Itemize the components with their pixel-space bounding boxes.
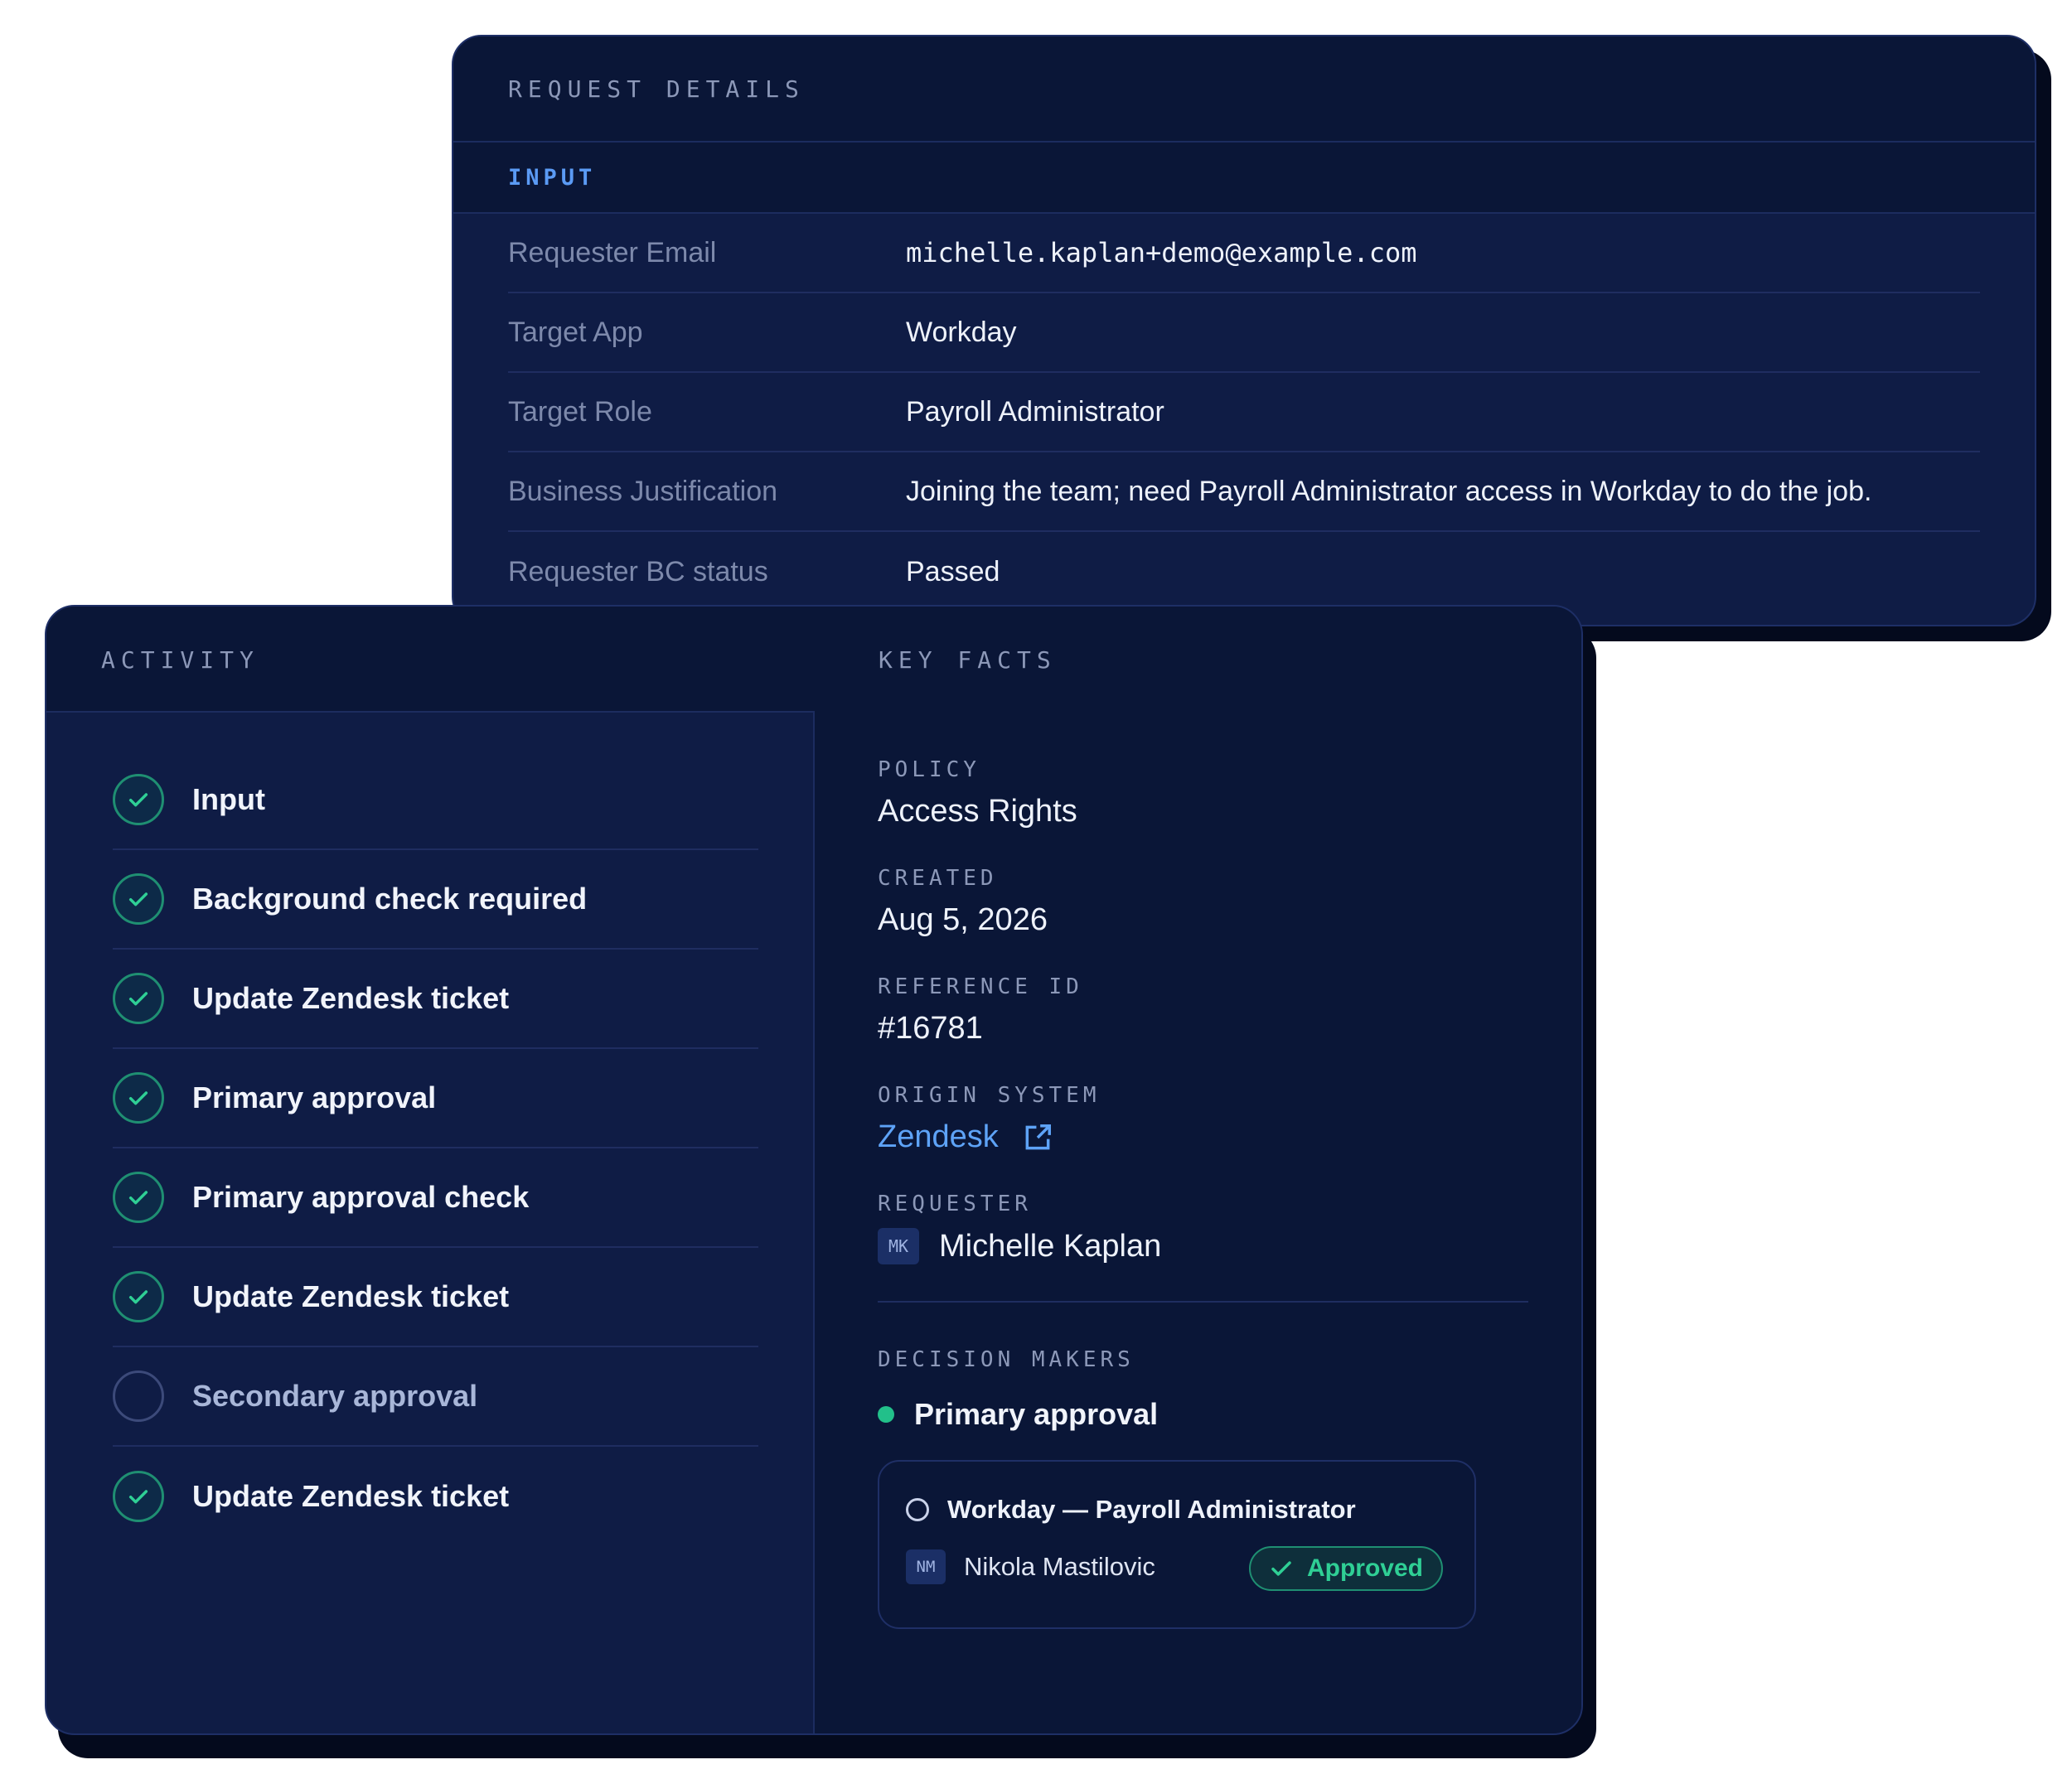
detail-key: Requester BC status (508, 555, 768, 587)
reference-id-label: REFERENCE ID (878, 974, 1083, 999)
activity-list: Input Background check required Update Z… (46, 711, 815, 1733)
status-badge: Approved (1249, 1546, 1443, 1591)
origin-system-label: ORIGIN SYSTEM (878, 1083, 1101, 1108)
status-dot-icon (878, 1406, 894, 1423)
activity-label: Update Zendesk ticket (192, 1479, 510, 1513)
approver-name: Nikola Mastilovic (964, 1552, 1155, 1581)
main-card-header: ACTIVITY KEY FACTS (46, 607, 1581, 713)
input-section-title: INPUT (508, 164, 597, 191)
activity-item[interactable]: Update Zendesk ticket (113, 950, 758, 1049)
check-circle-icon (113, 774, 164, 825)
created-value: Aug 5, 2026 (878, 902, 1048, 937)
check-icon (1271, 1561, 1291, 1576)
activity-item[interactable]: Background check required (113, 850, 758, 950)
activity-item[interactable]: Update Zendesk ticket (113, 1447, 758, 1546)
activity-item[interactable]: Primary approval (113, 1049, 758, 1148)
avatar: NM (906, 1549, 946, 1584)
check-circle-icon (113, 1072, 164, 1124)
divider (878, 1301, 1528, 1303)
decision-makers-label: DECISION MAKERS (878, 1347, 1135, 1372)
detail-row-business-justification: Business Justification Joining the team;… (508, 452, 1980, 532)
detail-key: Requester Email (508, 236, 717, 268)
detail-key: Business Justification (508, 475, 778, 507)
decision-group-title: Primary approval (878, 1397, 1527, 1432)
activity-title: ACTIVITY (101, 646, 259, 674)
avatar: MK (878, 1228, 919, 1264)
requester-label: REQUESTER (878, 1192, 1032, 1216)
status-badge-label: Approved (1306, 1554, 1423, 1582)
input-section-header: INPUT (453, 143, 2035, 214)
check-circle-icon (113, 973, 164, 1024)
radio-circle-icon (906, 1498, 929, 1521)
detail-row-target-role: Target Role Payroll Administrator (508, 373, 1980, 452)
empty-circle-icon (113, 1371, 164, 1422)
decision-card[interactable]: Workday — Payroll Administrator NM Nikol… (878, 1460, 1476, 1629)
decision-group-label: Primary approval (914, 1397, 1159, 1431)
requester-name: Michelle Kaplan (939, 1228, 1162, 1264)
detail-value: Payroll Administrator (906, 395, 1164, 428)
external-link-icon[interactable] (1022, 1122, 1053, 1153)
activity-item[interactable]: Secondary approval (113, 1347, 758, 1447)
policy-value: Access Rights (878, 794, 1077, 829)
origin-system-value[interactable]: Zendesk (878, 1119, 999, 1155)
activity-item[interactable]: Primary approval check (113, 1148, 758, 1248)
detail-value: Passed (906, 555, 1000, 587)
request-details-header: REQUEST DETAILS (453, 36, 2035, 143)
detail-row-requester-email: Requester Email michelle.kaplan+demo@exa… (508, 214, 1980, 293)
created-label: CREATED (878, 866, 998, 891)
origin-system-link[interactable]: Zendesk (878, 1119, 1527, 1155)
detail-value: Joining the team; need Payroll Administr… (906, 475, 1872, 507)
activity-label: Primary approval check (192, 1180, 530, 1214)
check-circle-icon (113, 1271, 164, 1322)
reference-id-value: #16781 (878, 1011, 983, 1046)
key-facts-title: KEY FACTS (879, 646, 1057, 674)
detail-row-target-app: Target App Workday (508, 293, 1980, 373)
decision-item: Workday — Payroll Administrator (906, 1495, 1448, 1525)
activity-label: Secondary approval (192, 1379, 478, 1413)
detail-value: Workday (906, 316, 1017, 348)
activity-label: Background check required (192, 882, 588, 916)
policy-label: POLICY (878, 757, 980, 782)
activity-item[interactable]: Update Zendesk ticket (113, 1248, 758, 1347)
key-facts-panel: POLICY Access Rights CREATED Aug 5, 2026… (815, 711, 1581, 1733)
request-details-title: REQUEST DETAILS (508, 75, 805, 103)
activity-label: Primary approval (192, 1080, 437, 1114)
detail-key: Target Role (508, 395, 652, 428)
check-circle-icon (113, 1172, 164, 1223)
approver-row: NM Nikola Mastilovic Approved (906, 1546, 1448, 1591)
decision-item-label: Workday — Payroll Administrator (947, 1495, 1356, 1524)
check-circle-icon (113, 873, 164, 925)
request-details-rows: Requester Email michelle.kaplan+demo@exa… (453, 214, 2035, 612)
request-details-card: REQUEST DETAILS INPUT Requester Email mi… (452, 35, 2036, 626)
activity-label: Update Zendesk ticket (192, 1279, 510, 1313)
detail-value[interactable]: michelle.kaplan+demo@example.com (906, 237, 1417, 268)
check-circle-icon (113, 1471, 164, 1522)
activity-label: Input (192, 782, 265, 816)
detail-key: Target App (508, 316, 643, 348)
activity-item[interactable]: Input (113, 751, 758, 850)
activity-key-facts-card: ACTIVITY KEY FACTS Input Background chec… (45, 605, 1583, 1735)
detail-row-requester-bc-status: Requester BC status Passed (508, 532, 1980, 612)
requester-row: MK Michelle Kaplan (878, 1228, 1527, 1264)
activity-label: Update Zendesk ticket (192, 981, 510, 1015)
